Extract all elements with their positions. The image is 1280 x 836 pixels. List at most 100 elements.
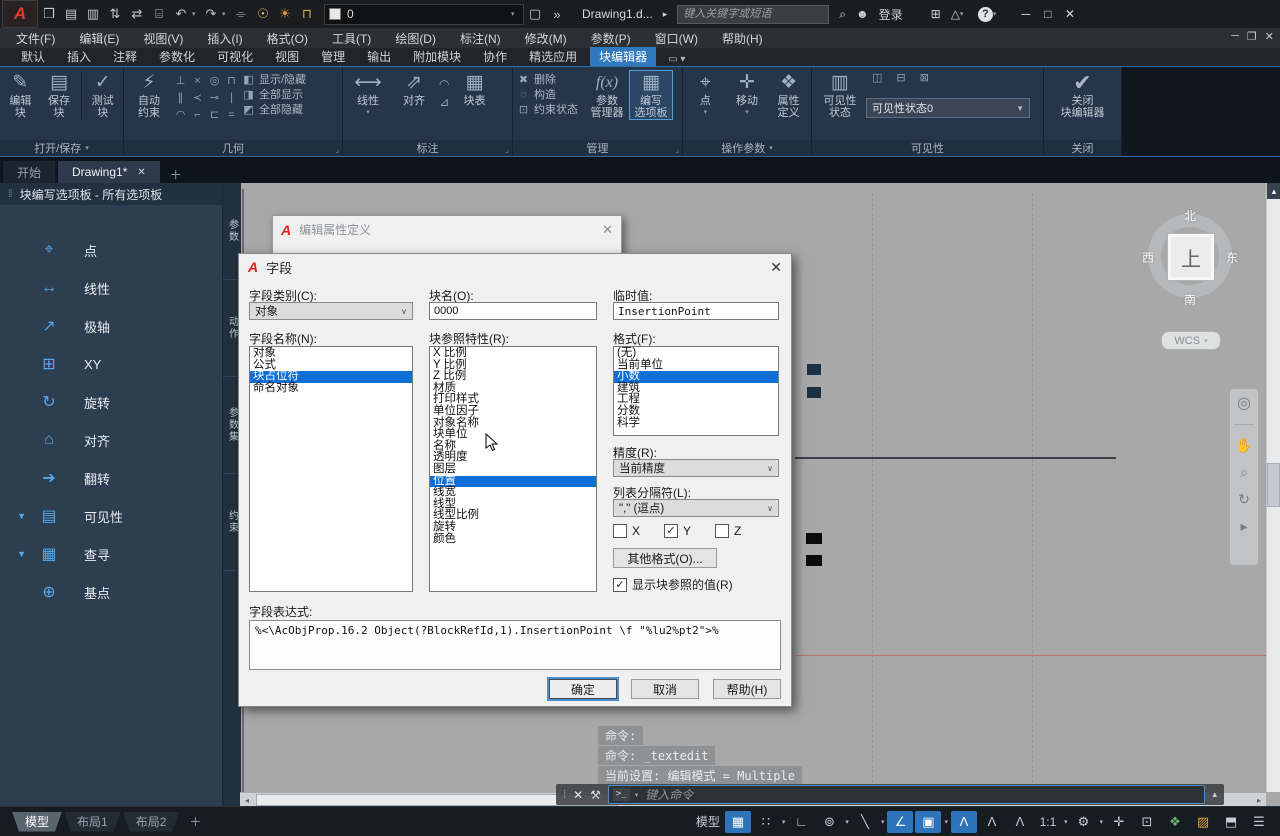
ribbon-tab[interactable]: 注释 — [104, 47, 146, 66]
sun-icon[interactable]: ☀ — [274, 6, 296, 22]
list-item[interactable]: 图层 — [430, 464, 596, 476]
palette-header[interactable]: ⁞⁞块编写选项板 - 所有选项板 — [0, 183, 222, 205]
snap-toggle-icon[interactable]: ∷ — [753, 811, 779, 833]
model-space-button[interactable]: 模型 — [693, 811, 723, 833]
palette-item[interactable]: ⌂ 对齐 — [0, 421, 222, 459]
viewcube-top-face[interactable]: 上 — [1167, 233, 1215, 281]
help-caret-icon[interactable]: ▾ — [993, 10, 1001, 18]
undo-caret-icon[interactable]: ▾ — [192, 10, 200, 18]
constraint-icon[interactable]: = — [223, 107, 240, 124]
test-block-button[interactable]: ✓测试块 — [81, 71, 119, 119]
edit-attribute-close-icon[interactable]: ✕ — [602, 222, 613, 238]
lock-icon[interactable]: ⊓ — [296, 6, 318, 22]
constraint-icon[interactable]: ∣ — [223, 90, 240, 107]
isodraft-caret-icon[interactable]: ▾ — [880, 818, 886, 826]
palette-item[interactable]: ↔ 线性 — [0, 269, 222, 307]
ribbon-options-icon[interactable]: ▭ ▾ — [660, 53, 693, 66]
user-icon[interactable]: ☻ — [856, 7, 869, 21]
print-icon[interactable]: ⌸ — [148, 6, 170, 22]
polar-caret-icon[interactable]: ▾ — [844, 818, 850, 826]
authoring-palettes-button[interactable]: ▦编写选项板 — [630, 71, 672, 119]
command-caret-icon[interactable]: ▾ — [635, 791, 639, 799]
separator-dropdown[interactable]: "," (逗点)∨ — [613, 499, 779, 517]
command-grip-icon[interactable]: ⁞ — [563, 789, 566, 801]
block-table-button[interactable]: ▦块表 — [453, 71, 495, 107]
vertical-scroll-thumb[interactable] — [1267, 463, 1280, 507]
field-dialog-close-icon[interactable]: ✕ — [770, 259, 782, 276]
constraint-icon[interactable]: ∥ — [172, 90, 189, 107]
panel-title-manage[interactable]: 管理⌟ — [513, 140, 682, 156]
open-icon[interactable]: ❒ — [38, 6, 60, 22]
image-warning-icon[interactable]: ▨ — [1190, 811, 1216, 833]
ribbon-tab[interactable]: 管理 — [312, 47, 354, 66]
monitor-icon[interactable]: ▢ — [524, 6, 546, 22]
ortho-toggle-icon[interactable]: ∟ — [788, 811, 814, 833]
list-item[interactable]: 分数 — [614, 406, 778, 418]
show-motion-icon[interactable]: ▸ — [1240, 519, 1247, 533]
ribbon-tab[interactable]: 精选应用 — [520, 47, 586, 66]
scale-caret-icon[interactable]: ▾ — [1063, 818, 1069, 826]
layout-tab[interactable]: 布局2 — [123, 812, 180, 832]
wcs-dropdown[interactable]: WCS▾ — [1161, 331, 1221, 350]
annotation-autoscale-icon[interactable]: Λ — [979, 811, 1005, 833]
nav-wheel-icon[interactable]: ◎ — [1237, 397, 1251, 411]
viewcube-west-label[interactable]: 西 — [1142, 249, 1154, 266]
panel-title-visibility[interactable]: 可见性 — [812, 140, 1043, 156]
linear-dim-button[interactable]: ⟷线性▾ — [347, 71, 389, 119]
other-format-button[interactable]: 其他格式(O)... — [613, 548, 717, 568]
ribbon-tab[interactable]: 输出 — [358, 47, 400, 66]
list-item[interactable]: 线宽 — [430, 487, 596, 499]
palette-item[interactable]: ↗ 极轴 — [0, 307, 222, 345]
menu-item[interactable]: 视图(V) — [143, 30, 183, 47]
menu-item[interactable]: 格式(O) — [267, 30, 308, 47]
maximize-button[interactable]: □ — [1037, 7, 1059, 21]
list-item[interactable]: 旋转 — [430, 522, 596, 534]
layer-dropdown[interactable]: 0 ▾ — [324, 4, 524, 25]
ok-button[interactable]: 确定 — [549, 679, 617, 699]
constraint-display-button[interactable]: ◧显示/隐藏 — [242, 73, 306, 88]
constraint-display-button[interactable]: ◨全部显示 — [242, 88, 306, 103]
isodraft-icon[interactable]: ╲ — [852, 811, 878, 833]
list-item[interactable]: 颜色 — [430, 534, 596, 546]
constraint-manage-button[interactable]: ✖删除 — [517, 73, 578, 88]
ribbon-tab[interactable]: 块编辑器 — [590, 47, 656, 66]
lightbulb-icon[interactable]: ☉ — [252, 6, 274, 22]
redo-icon[interactable]: ↷ — [200, 6, 222, 22]
constraint-manage-button[interactable]: ⊡约束状态 — [517, 103, 578, 118]
palette-item[interactable]: ⊞ XY — [0, 345, 222, 383]
ribbon-tab[interactable]: 可视化 — [208, 47, 262, 66]
palette-item[interactable]: ⌖ 点 — [0, 231, 222, 269]
app-menu-button[interactable]: A — [2, 0, 38, 28]
list-item[interactable]: 单位因子 — [430, 406, 596, 418]
constraint-icon[interactable]: ⊥ — [172, 73, 189, 90]
save-block-button[interactable]: ▤保存块 — [43, 71, 76, 119]
palette-item[interactable]: ⊕ 基点 — [0, 573, 222, 611]
list-item[interactable]: 命名对象 — [250, 383, 412, 395]
annotation-visibility-icon[interactable]: Λ — [951, 811, 977, 833]
ribbon-tab[interactable]: 视图 — [266, 47, 308, 66]
clean-screen-icon[interactable]: ⬒ — [1218, 811, 1244, 833]
close-button[interactable]: ✕ — [1059, 7, 1081, 21]
list-item[interactable]: 块单位 — [430, 429, 596, 441]
dim-constraint-icon[interactable]: ◠ — [439, 77, 449, 91]
graphics-performance-icon[interactable]: ❖ — [1162, 811, 1188, 833]
menu-item[interactable]: 编辑(E) — [79, 30, 119, 47]
save-icon[interactable]: ▤ — [60, 6, 82, 22]
batch-plot-icon[interactable]: ⌯ — [230, 6, 252, 22]
pan-icon[interactable]: ✋ — [1235, 438, 1252, 452]
save-as-icon[interactable]: ▥ — [82, 6, 104, 22]
close-block-editor-button[interactable]: ✔关闭块编辑器 — [1053, 71, 1113, 119]
tab-close-icon[interactable]: ✕ — [137, 167, 145, 178]
scroll-up-icon[interactable]: ▲ — [1267, 183, 1280, 199]
scroll-right-icon[interactable]: ▸ — [1252, 796, 1266, 805]
menu-item[interactable]: 参数(P) — [591, 30, 631, 47]
list-item[interactable]: (无) — [614, 348, 778, 360]
menu-item[interactable]: 标注(N) — [460, 30, 501, 47]
polar-tracking-icon[interactable]: ⊚ — [816, 811, 842, 833]
field-names-listbox[interactable]: 对象公式块占位符命名对象 — [249, 346, 413, 592]
search-binoculars-icon[interactable]: ⌕ — [839, 7, 846, 22]
menu-item[interactable]: 修改(M) — [525, 30, 567, 47]
list-item[interactable]: 科学 — [614, 418, 778, 430]
constraint-icon[interactable]: ⊏ — [206, 107, 223, 124]
precision-dropdown[interactable]: 当前精度∨ — [613, 459, 779, 477]
